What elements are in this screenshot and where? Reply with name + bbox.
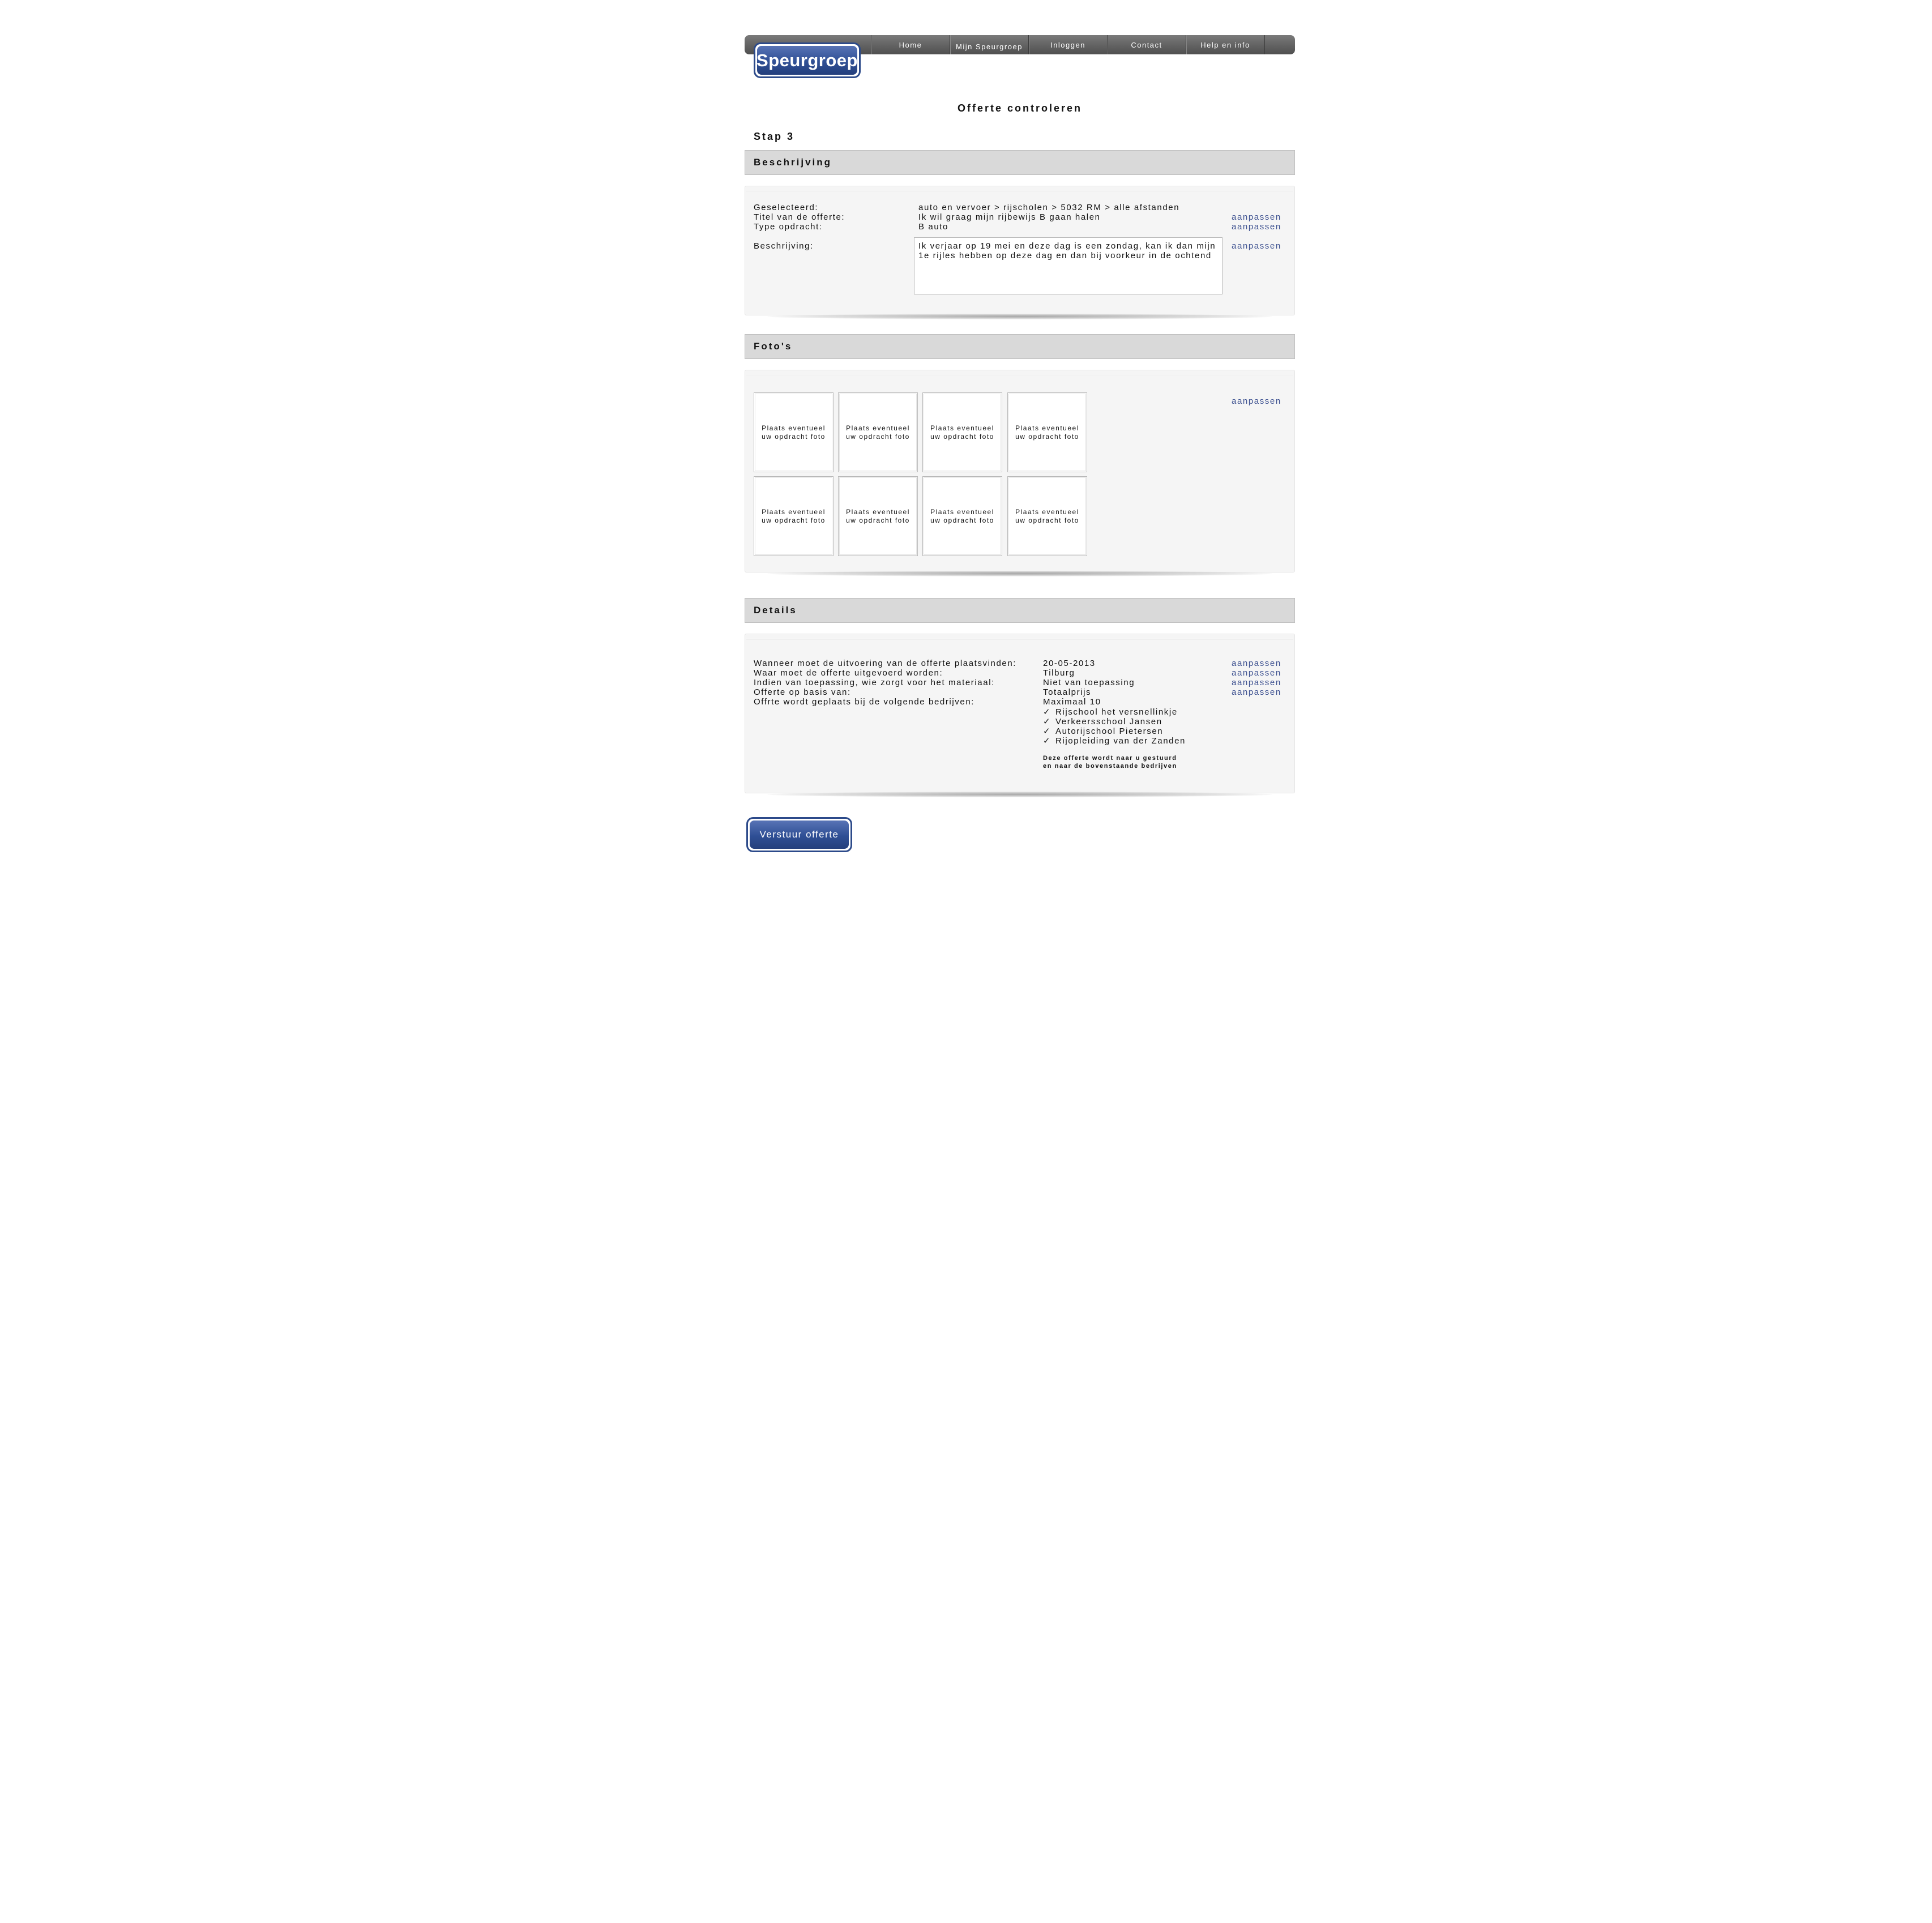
label-geselecteerd: Geselecteerd: (754, 203, 819, 212)
label-titel: Titel van de offerte: (754, 212, 845, 222)
description-line: Ik verjaar op 19 mei en deze dag is een … (918, 241, 1216, 251)
company-item: ✓ Rijopleiding van der Zanden (1043, 736, 1186, 746)
section-header-beschrijving: Beschrijving (745, 150, 1295, 175)
aanpassen-basis-link[interactable]: aanpassen (1232, 687, 1281, 697)
nav-mijn-speurgroep[interactable]: Mijn Speurgroep (950, 35, 1028, 54)
nav-inloggen[interactable]: Inloggen (1028, 35, 1107, 54)
nav-divider (1264, 35, 1265, 54)
value-geselecteerd: auto en vervoer > rijscholen > 5032 RM >… (918, 203, 1180, 212)
photo-placeholder[interactable]: Plaats eventueel uw opdracht foto (754, 476, 834, 556)
label-basis: Offerte op basis van: (754, 687, 851, 697)
value-titel: Ik wil graag mijn rijbewijs B gaan halen (918, 212, 1101, 222)
photo-placeholder[interactable]: Plaats eventueel uw opdracht foto (922, 392, 1002, 472)
speurgroep-logo[interactable]: Speurgroep (754, 42, 861, 78)
photo-placeholder[interactable]: Plaats eventueel uw opdracht foto (838, 392, 918, 472)
label-beschrijving: Beschrijving: (754, 241, 814, 251)
value-bedrijven: Maximaal 10 (1043, 697, 1101, 707)
checkmark-icon: ✓ (1043, 727, 1052, 736)
value-materiaal: Niet van toepassing (1043, 678, 1135, 687)
photo-placeholder[interactable]: Plaats eventueel uw opdracht foto (1007, 476, 1087, 556)
page-title: Offerte controleren (957, 102, 1083, 114)
company-item: ✓ Autorijschool Pietersen (1043, 727, 1164, 736)
value-basis: Totaalprijs (1043, 687, 1092, 697)
value-wanneer: 20-05-2013 (1043, 659, 1096, 668)
photo-placeholder[interactable]: Plaats eventueel uw opdracht foto (754, 392, 834, 472)
label-materiaal: Indien van toepassing, wie zorgt voor he… (754, 678, 995, 687)
verstuur-offerte-button[interactable]: Verstuur offerte (746, 817, 852, 852)
panel-shadow (767, 571, 1272, 576)
photo-placeholder[interactable]: Plaats eventueel uw opdracht foto (838, 476, 918, 556)
panel-shadow (767, 314, 1272, 319)
send-button-label: Verstuur offerte (750, 821, 849, 849)
checkmark-icon: ✓ (1043, 736, 1052, 746)
value-waar: Tilburg (1043, 668, 1075, 678)
step-indicator: Stap 3 (754, 131, 795, 142)
label-type-opdracht: Type opdracht: (754, 222, 823, 232)
panel-shadow (767, 792, 1272, 797)
section-header-details: Details (745, 598, 1295, 623)
value-type-opdracht: B auto (918, 222, 948, 232)
aanpassen-type-link[interactable]: aanpassen (1232, 222, 1281, 232)
details-panel (745, 634, 1295, 793)
aanpassen-titel-link[interactable]: aanpassen (1232, 212, 1281, 222)
nav-contact[interactable]: Contact (1107, 35, 1186, 54)
aanpassen-fotos-link[interactable]: aanpassen (1232, 396, 1281, 406)
nav-home[interactable]: Home (871, 35, 950, 54)
aanpassen-beschrijving-link[interactable]: aanpassen (1232, 241, 1281, 251)
checkmark-icon: ✓ (1043, 717, 1052, 727)
description-line: 1e rijles hebben op deze dag en dan bij … (918, 251, 1212, 260)
aanpassen-wanneer-link[interactable]: aanpassen (1232, 659, 1281, 668)
label-wanneer: Wanneer moet de uitvoering van de offert… (754, 659, 1017, 668)
section-header-fotos: Foto's (745, 334, 1295, 359)
label-waar: Waar moet de offerte uitgevoerd worden: (754, 668, 943, 678)
nav-help-en-info[interactable]: Help en info (1186, 35, 1264, 54)
company-item: ✓ Rijschool het versnellinkje (1043, 707, 1178, 717)
logo-text: Speurgroep (756, 46, 857, 75)
notice-text: Deze offerte wordt naar u gestuurd en na… (1043, 755, 1177, 770)
checkmark-icon: ✓ (1043, 707, 1052, 717)
photo-placeholder[interactable]: Plaats eventueel uw opdracht foto (922, 476, 1002, 556)
label-bedrijven: Offrte wordt geplaats bij de volgende be… (754, 697, 975, 707)
aanpassen-materiaal-link[interactable]: aanpassen (1232, 678, 1281, 687)
beschrijving-textarea[interactable]: Ik verjaar op 19 mei en deze dag is een … (914, 237, 1223, 294)
photo-placeholder[interactable]: Plaats eventueel uw opdracht foto (1007, 392, 1087, 472)
company-item: ✓ Verkeersschool Jansen (1043, 717, 1162, 727)
aanpassen-waar-link[interactable]: aanpassen (1232, 668, 1281, 678)
